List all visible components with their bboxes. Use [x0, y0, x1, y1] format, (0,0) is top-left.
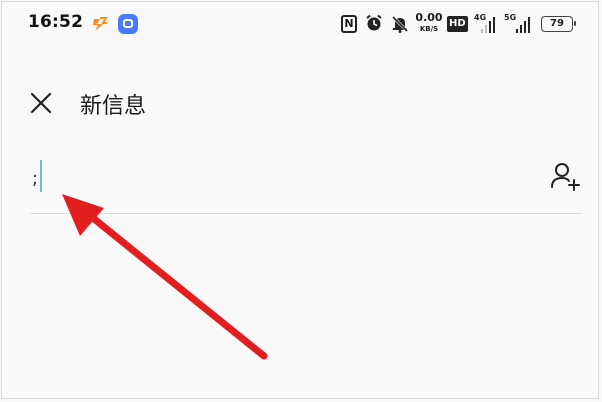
mute-icon	[391, 15, 409, 33]
add-contact-button[interactable]	[550, 160, 582, 192]
alarm-icon	[366, 14, 382, 31]
network-speed: 0.00 KB/S	[414, 11, 444, 37]
app-notification-icon	[93, 17, 108, 31]
battery-indicator: 79	[541, 16, 576, 32]
text-caret	[40, 160, 42, 192]
add-contact-icon	[551, 163, 580, 191]
signal-bars-icon	[516, 17, 530, 33]
close-icon	[30, 92, 52, 114]
signal-bars-icon	[481, 17, 495, 33]
signal-5g-label: 5G	[504, 13, 517, 22]
page-title: 新信息	[80, 94, 147, 119]
nfc-icon: N	[341, 15, 357, 33]
app-message-icon	[118, 14, 138, 34]
recipient-input[interactable]: ;	[30, 148, 582, 214]
signal-4g-indicator: 4G	[474, 13, 496, 33]
status-time: 16:52	[28, 12, 84, 32]
recipient-value: ;	[32, 168, 39, 189]
signal-5g-indicator: 5G	[504, 13, 536, 33]
close-button[interactable]	[24, 86, 58, 120]
hd-voice-badge: HD	[447, 16, 468, 32]
network-speed-unit: KB/S	[419, 25, 439, 33]
network-speed-value: 0.00	[415, 11, 443, 24]
